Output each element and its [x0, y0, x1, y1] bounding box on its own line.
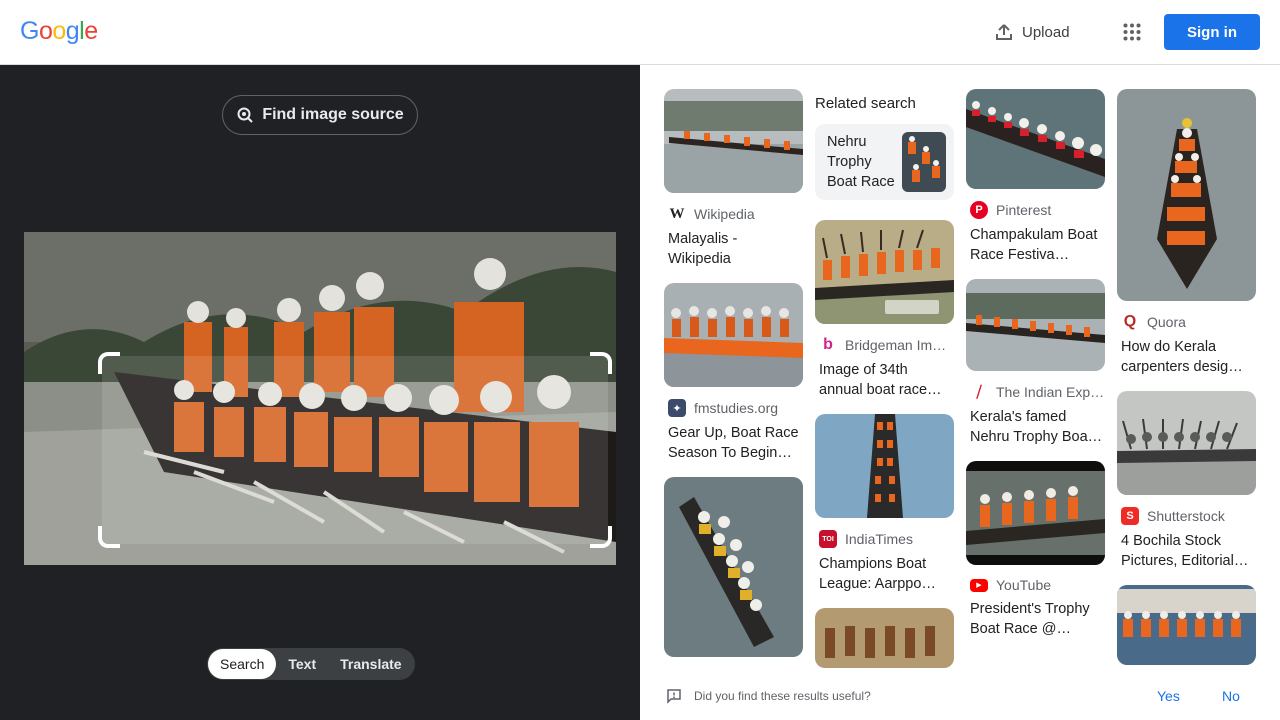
results-column-2: Related search Nehru Trophy Boat Race b …	[815, 89, 954, 682]
result-source: b Bridgeman Im…	[815, 336, 954, 354]
result-thumbnail	[664, 89, 803, 193]
result-title: Gear Up, Boat Race Season To Begin…	[668, 425, 799, 461]
result-thumbnail	[815, 414, 954, 518]
shutterstock-icon: S	[1121, 507, 1139, 525]
mode-text-tab[interactable]: Text	[276, 649, 328, 679]
indian-express-icon: ⧸	[970, 383, 988, 401]
feedback-icon	[667, 689, 681, 704]
result-card[interactable]: b Bridgeman Im… Image of 34th annual boa…	[815, 220, 954, 400]
result-card[interactable]	[664, 477, 803, 657]
mode-search-tab[interactable]: Search	[208, 649, 277, 679]
lens-search-icon	[237, 107, 254, 123]
feedback-bar: Did you find these results useful? Yes N…	[640, 672, 1280, 720]
related-search-heading: Related search	[815, 95, 916, 112]
result-thumbnail	[966, 89, 1105, 189]
crop-handle-top-right[interactable]	[590, 352, 612, 374]
result-title: How do Kerala carpenters desig…	[1121, 339, 1243, 375]
result-title: Champions Boat League: Aarppo…	[819, 556, 936, 592]
result-card[interactable]: W Wikipedia Malayalis - Wikipedia	[664, 89, 803, 269]
apps-grid-icon	[1123, 23, 1141, 41]
crop-handle-bottom-left[interactable]	[98, 526, 120, 548]
crop-handle-bottom-right[interactable]	[590, 526, 612, 548]
mode-switcher: Search Text Translate	[207, 648, 415, 680]
bridgeman-icon: b	[819, 336, 837, 354]
upload-label: Upload	[1022, 23, 1070, 41]
result-card[interactable]: ▶ YouTube President's Trophy Boat Race @…	[966, 461, 1105, 639]
results-column-4: Q Quora How do Kerala carpenters desig… …	[1117, 89, 1256, 679]
sign-in-button[interactable]: Sign in	[1164, 14, 1260, 50]
fmstudies-icon: ✦	[668, 399, 686, 417]
find-image-source-button[interactable]: Find image source	[222, 95, 418, 135]
related-search-thumbnail	[902, 132, 946, 192]
result-card[interactable]: S Shutterstock 4 Bochila Stock Pictures,…	[1117, 391, 1256, 571]
related-search-chip[interactable]: Nehru Trophy Boat Race	[815, 124, 954, 200]
wikipedia-icon: W	[669, 205, 685, 222]
indiatimes-icon: TOI	[819, 530, 837, 548]
result-thumbnail	[815, 220, 954, 324]
pinterest-icon: P	[970, 201, 988, 219]
result-card[interactable]: P Pinterest Champakulam Boat Race Festiv…	[966, 89, 1105, 265]
result-card[interactable]: TOI IndiaTimes Champions Boat League: Aa…	[815, 414, 954, 594]
result-card[interactable]	[815, 608, 954, 668]
result-thumbnail	[1117, 391, 1256, 495]
result-card[interactable]: Q Quora How do Kerala carpenters desig…	[1117, 89, 1256, 377]
top-bar: Google Upload Sign in	[0, 0, 1280, 65]
result-source: ✦ fmstudies.org	[664, 399, 803, 417]
upload-icon	[996, 24, 1012, 40]
result-title: Kerala's famed Nehru Trophy Boa…	[970, 409, 1103, 445]
google-logo[interactable]: Google	[20, 17, 98, 46]
result-thumbnail	[815, 608, 954, 668]
crop-handle-top-left[interactable]	[98, 352, 120, 374]
result-source: W Wikipedia	[669, 205, 755, 223]
query-image-panel: Find image source Search Text Translate	[0, 65, 640, 720]
result-thumbnail	[1117, 89, 1256, 301]
result-source: P Pinterest	[966, 201, 1105, 219]
result-thumbnail	[664, 283, 803, 387]
result-source: TOI IndiaTimes	[815, 530, 954, 548]
result-source: ⧸ The Indian Exp…	[966, 383, 1105, 401]
result-title: President's Trophy Boat Race @…	[970, 601, 1090, 637]
result-thumbnail	[1117, 585, 1256, 665]
visual-matches-panel: W Wikipedia Malayalis - Wikipedia ✦ fmst…	[640, 65, 1280, 720]
result-source: Q Quora	[1117, 313, 1256, 331]
result-title: Malayalis - Wikipedia	[668, 231, 738, 267]
find-image-source-label: Find image source	[262, 106, 404, 123]
result-thumbnail	[966, 279, 1105, 371]
mode-translate-tab[interactable]: Translate	[328, 649, 413, 679]
result-card[interactable]	[1117, 585, 1256, 665]
result-source: ▶ YouTube	[966, 577, 1105, 593]
result-title: 4 Bochila Stock Pictures, Editorial…	[1121, 533, 1249, 569]
google-apps-button[interactable]	[1114, 14, 1150, 50]
results-column-3: P Pinterest Champakulam Boat Race Festiv…	[966, 89, 1105, 653]
youtube-icon: ▶	[970, 578, 988, 592]
crop-selector[interactable]	[98, 352, 612, 548]
upload-button[interactable]: Upload	[984, 14, 1080, 50]
feedback-no-button[interactable]: No	[1222, 688, 1240, 704]
result-title: Champakulam Boat Race Festiva…	[970, 227, 1098, 263]
result-card[interactable]: ✦ fmstudies.org Gear Up, Boat Race Seaso…	[664, 283, 803, 463]
results-column-1: W Wikipedia Malayalis - Wikipedia ✦ fmst…	[664, 89, 803, 671]
related-search-query: Nehru Trophy Boat Race	[827, 134, 895, 190]
result-title: Image of 34th annual boat race…	[819, 362, 942, 398]
result-card[interactable]: ⧸ The Indian Exp… Kerala's famed Nehru T…	[966, 279, 1105, 447]
feedback-question: Did you find these results useful?	[694, 689, 871, 703]
quora-icon: Q	[1121, 313, 1139, 331]
result-thumbnail	[966, 461, 1105, 565]
result-source: S Shutterstock	[1117, 507, 1256, 525]
feedback-yes-button[interactable]: Yes	[1157, 688, 1180, 704]
result-thumbnail	[664, 477, 803, 657]
